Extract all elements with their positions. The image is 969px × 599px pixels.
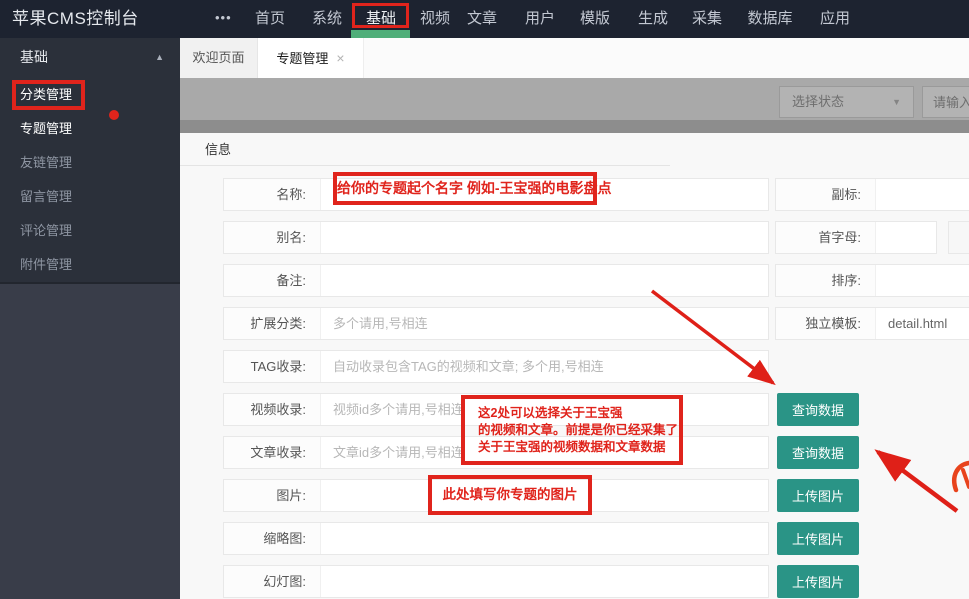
chevron-up-icon[interactable]: ▲	[155, 38, 164, 76]
alias-field[interactable]	[321, 222, 768, 253]
template-field[interactable]	[876, 308, 969, 339]
form-row-subtitle: 副标:	[775, 178, 969, 211]
form-row-first-letter: 首字母:	[775, 221, 937, 254]
nav-item-article[interactable]: 文章	[467, 0, 497, 38]
ext-category-field[interactable]	[321, 308, 768, 339]
form-row-sort: 排序:	[775, 264, 969, 297]
tag-field[interactable]	[321, 351, 768, 382]
nav-item-collect[interactable]: 采集	[692, 0, 722, 38]
app-window: 苹果CMS控制台 ••• 首页 系统 基础 视频 文章 用户 模版 生成 采集 …	[0, 0, 969, 599]
sidebar: 基础 ▲ 分类管理 专题管理 友链管理 留言管理 评论管理 附件管理	[0, 38, 180, 599]
field-label: TAG收录:	[224, 351, 321, 382]
annotation-collect-line3: 关于王宝强的视频数据和文章数据	[478, 439, 679, 456]
nav-item-generate[interactable]: 生成	[638, 0, 668, 38]
sidebar-item-attachments[interactable]: 附件管理	[0, 248, 180, 282]
page-tabbar: 欢迎页面 专题管理 ×	[180, 38, 969, 78]
upload-slideshow-button[interactable]: 上传图片	[777, 565, 859, 598]
annotation-collect-line1: 这2处可以选择关于王宝强	[478, 405, 679, 422]
form-row-ext-category: 扩展分类:	[223, 307, 769, 340]
toolbar-shadow-strip	[180, 120, 969, 133]
annotation-name-tip: 给你的专题起个名字 例如-王宝强的电影盘点	[333, 172, 597, 205]
query-article-data-button[interactable]: 查询数据	[777, 436, 859, 469]
slideshow-field[interactable]	[321, 566, 768, 597]
field-label: 幻灯图:	[224, 566, 321, 597]
field-label: 文章收录:	[224, 437, 321, 468]
field-label: 独立模板:	[776, 308, 876, 339]
annotation-red-box-basic	[352, 3, 409, 28]
annotation-red-dot	[109, 110, 119, 120]
field-label: 备注:	[224, 265, 321, 296]
chevron-down-icon: ▼	[892, 87, 901, 117]
field-label: 首字母:	[776, 222, 876, 253]
upload-image-button[interactable]: 上传图片	[777, 479, 859, 512]
dimmed-toolbar: 选择状态 ▼	[180, 78, 969, 120]
sidebar-group-basic[interactable]: 基础 ▲	[0, 38, 180, 76]
nav-item-app[interactable]: 应用	[820, 0, 850, 38]
nav-item-home[interactable]: 首页	[255, 0, 285, 38]
form-row-alias: 别名:	[223, 221, 769, 254]
field-label: 排序:	[776, 265, 876, 296]
status-select-value: 选择状态	[792, 94, 844, 109]
nav-item-system[interactable]: 系统	[312, 0, 342, 38]
query-video-data-button[interactable]: 查询数据	[777, 393, 859, 426]
nav-active-indicator	[351, 30, 410, 38]
form-row-template: 独立模板:	[775, 307, 969, 340]
annotation-collect-tip: 这2处可以选择关于王宝强 的视频和文章。前提是你已经采集了 关于王宝强的视频数据…	[461, 395, 683, 465]
upload-thumbnail-button[interactable]: 上传图片	[777, 522, 859, 555]
sidebar-item-comments[interactable]: 评论管理	[0, 214, 180, 248]
sidebar-item-messages[interactable]: 留言管理	[0, 180, 180, 214]
nav-item-template[interactable]: 模版	[580, 0, 610, 38]
tab-info[interactable]: 信息	[180, 133, 231, 166]
field-label: 副标:	[776, 179, 876, 210]
field-label: 缩略图:	[224, 523, 321, 554]
annotation-red-box-category	[12, 80, 85, 110]
subtitle-field[interactable]	[876, 179, 969, 210]
sidebar-item-links[interactable]: 友链管理	[0, 146, 180, 180]
field-label: 视频收录:	[224, 394, 321, 425]
form-row-tag: TAG收录:	[223, 350, 769, 383]
panel-tab-header: 信息	[180, 133, 670, 166]
field-label: 图片:	[224, 480, 321, 511]
remark-field[interactable]	[321, 265, 768, 296]
tab-welcome[interactable]: 欢迎页面	[180, 38, 258, 78]
nav-item-database[interactable]: 数据库	[747, 0, 792, 38]
form-row-thumbnail: 缩略图:	[223, 522, 769, 555]
sidebar-menu-basic: 基础 ▲ 分类管理 专题管理 友链管理 留言管理 评论管理 附件管理	[0, 38, 180, 284]
app-title: 苹果CMS控制台	[12, 0, 139, 38]
field-label: 别名:	[224, 222, 321, 253]
annotation-image-tip: 此处填写你专题的图片	[428, 475, 592, 515]
close-icon[interactable]: ×	[336, 38, 344, 78]
tab-topic-label: 专题管理	[276, 51, 328, 66]
status-select-dropdown[interactable]: 选择状态 ▼	[779, 86, 914, 118]
nav-dots-icon[interactable]: •••	[215, 0, 232, 36]
field-label: 名称:	[224, 179, 321, 210]
top-navbar: 苹果CMS控制台 ••• 首页 系统 基础 视频 文章 用户 模版 生成 采集 …	[0, 0, 969, 38]
clipped-next-field-cell	[948, 221, 969, 254]
sort-field[interactable]	[876, 265, 969, 296]
sidebar-group-label: 基础	[20, 49, 48, 65]
tab-topic-manage[interactable]: 专题管理 ×	[258, 38, 364, 78]
annotation-collect-line2: 的视频和文章。前提是你已经采集了	[478, 422, 679, 439]
nav-item-video[interactable]: 视频	[420, 0, 450, 38]
form-row-slideshow: 幻灯图:	[223, 565, 769, 598]
form-row-remark: 备注:	[223, 264, 769, 297]
search-input[interactable]	[922, 86, 969, 118]
field-label: 扩展分类:	[224, 308, 321, 339]
sidebar-item-topic[interactable]: 专题管理	[0, 112, 180, 146]
tab-welcome-label: 欢迎页面	[192, 50, 244, 65]
first-letter-field[interactable]	[876, 222, 936, 253]
thumbnail-field[interactable]	[321, 523, 768, 554]
nav-item-user[interactable]: 用户	[525, 0, 555, 38]
